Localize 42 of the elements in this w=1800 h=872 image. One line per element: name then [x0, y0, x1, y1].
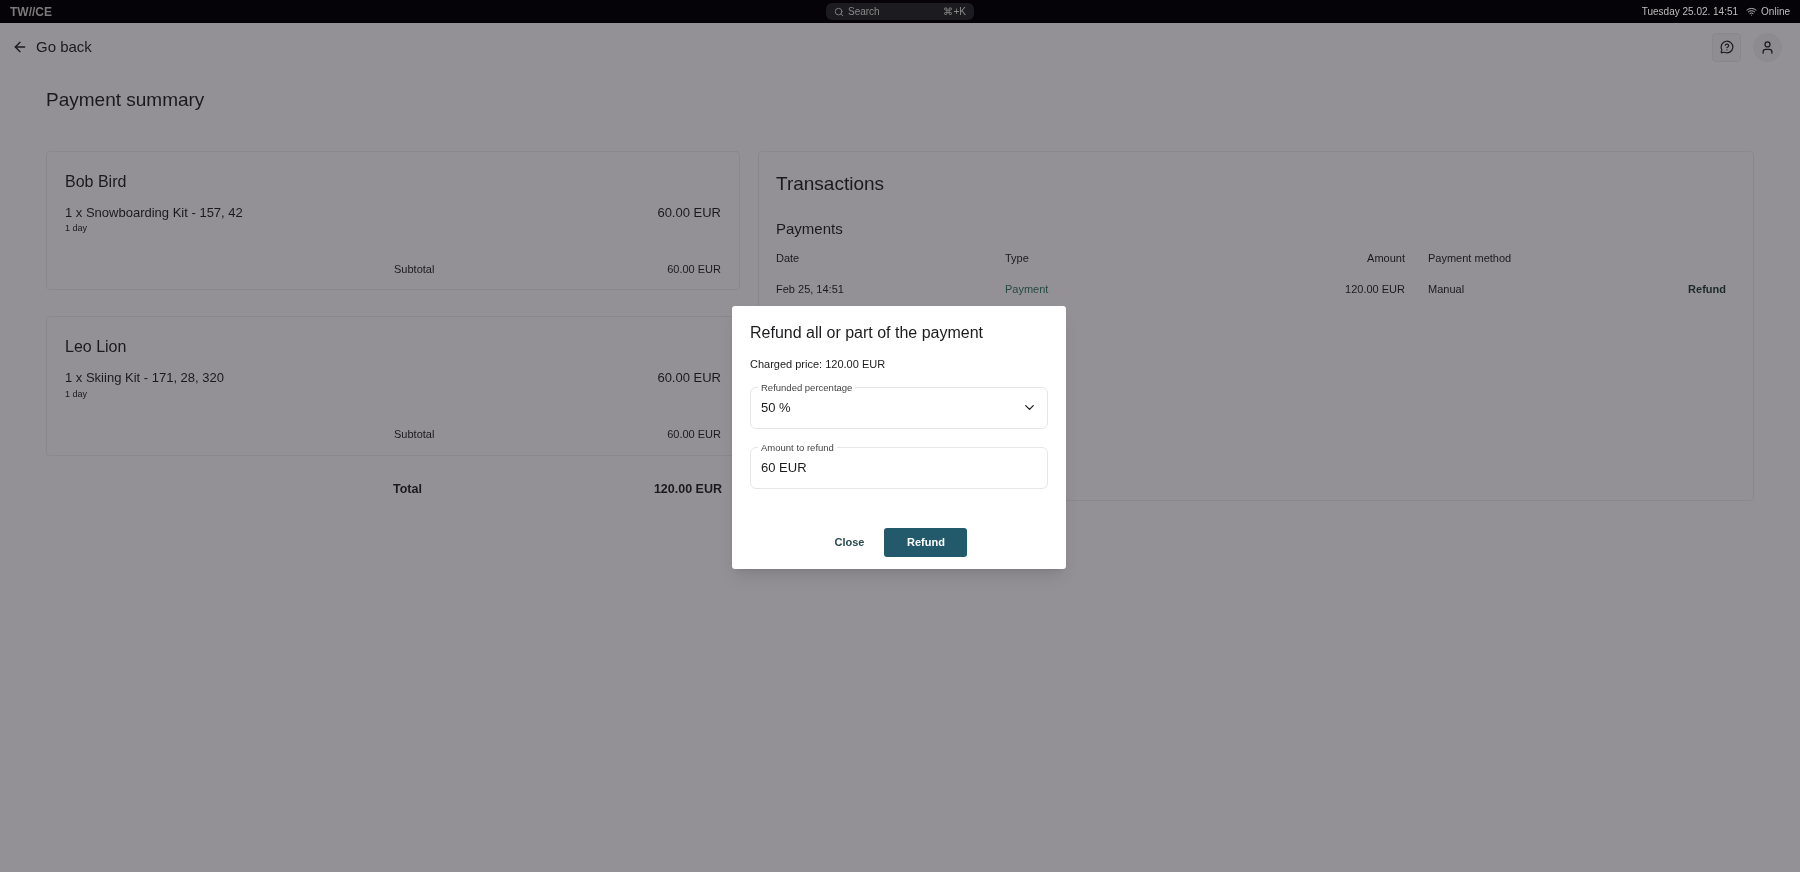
table-cell-text: Feb 25, 14:51 [776, 282, 844, 297]
help-button[interactable] [1712, 32, 1741, 62]
item-price: 60.00 EUR [657, 203, 721, 222]
transactions-title: Transactions [776, 171, 885, 196]
column-header: Date [776, 250, 800, 266]
close-button[interactable]: Close [830, 528, 869, 557]
user-icon [1760, 39, 1775, 55]
back-button[interactable]: Go back [12, 35, 92, 59]
subtotal-label: Subtotal [394, 261, 435, 277]
connection-status: Online [1761, 5, 1790, 19]
customer-name: Leo Lion [65, 337, 127, 357]
item-duration: 1 day [65, 387, 89, 401]
column-header: Payment method [1428, 250, 1512, 266]
payment-type: Payment [1005, 282, 1049, 297]
app-logo: TW//CE [10, 3, 52, 21]
search-icon [834, 6, 844, 17]
refund-button[interactable]: Refund [884, 528, 968, 557]
wifi-icon [1746, 6, 1758, 17]
payments-title: Payments [776, 219, 843, 239]
profile-button[interactable] [1753, 32, 1782, 62]
total-label: Total [393, 480, 422, 498]
help-icon [1719, 40, 1734, 54]
total-value: 120.00 EUR [653, 480, 722, 498]
search-field[interactable]: Search ⌘+K [826, 3, 974, 20]
item-price: 60.00 EUR [657, 369, 721, 387]
table-cell-text: 120.00 EUR [1345, 282, 1405, 297]
subtotal-value: 60.00 EUR [667, 261, 721, 277]
page-title: Payment summary [46, 88, 205, 112]
table-cell-text: Manual [1428, 282, 1465, 297]
subtotal-label: Subtotal [394, 427, 435, 442]
shortcut-label: ⌘+K [943, 5, 966, 19]
charged-price: Charged price: 120.00 EUR [750, 357, 886, 372]
item-duration: 1 day [65, 222, 89, 235]
subtotal-value: 60.00 EUR [667, 427, 721, 442]
datetime-text: Tuesday 25.02. 14:51 [1641, 5, 1739, 19]
item-label: 1 x Skiing Kit - 171, 28, 320 [65, 369, 224, 387]
dialog-title: Refund all or part of the payment [750, 323, 984, 343]
customer-name: Bob Bird [65, 171, 127, 192]
column-header: Amount [1367, 250, 1405, 266]
item-label: 1 x Snowboarding Kit - 157, 42 [65, 203, 243, 222]
column-header: Type [1005, 250, 1029, 266]
refund-link[interactable]: Refund [1688, 281, 1726, 298]
